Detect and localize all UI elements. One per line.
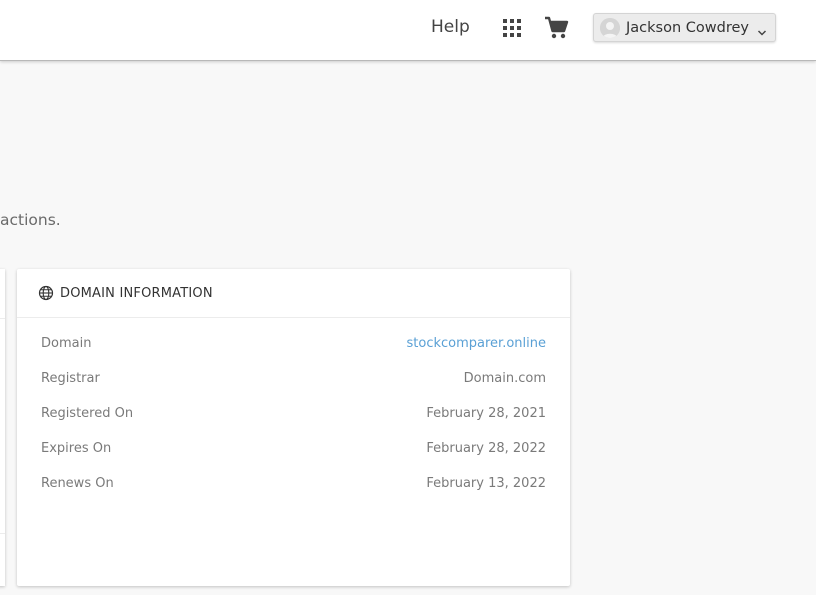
info-label: Registrar: [41, 371, 100, 386]
info-label: Registered On: [41, 406, 134, 421]
info-value: Domain.com: [463, 371, 546, 386]
info-row-renews-on: Renews On February 13, 2022: [41, 476, 546, 496]
info-label: Expires On: [41, 441, 112, 456]
user-menu-button[interactable]: Jackson Cowdrey: [593, 13, 776, 42]
adjacent-card-edge: [0, 269, 5, 586]
apps-grid-icon[interactable]: [502, 18, 522, 38]
help-link[interactable]: Help: [431, 17, 470, 37]
card-title: DOMAIN INFORMATION: [60, 285, 213, 301]
domain-link[interactable]: stockcomparer.online: [407, 336, 546, 351]
info-label: Renews On: [41, 476, 114, 491]
card-header: DOMAIN INFORMATION: [17, 269, 570, 318]
info-row-registered-on: Registered On February 28, 2021: [41, 406, 546, 426]
info-label: Domain: [41, 336, 92, 351]
info-value: February 28, 2021: [426, 406, 546, 421]
info-row-domain: Domain stockcomparer.online: [41, 336, 546, 356]
chevron-down-icon: [757, 23, 767, 36]
domain-information-card: DOMAIN INFORMATION Domain stockcomparer.…: [17, 269, 570, 586]
user-name: Jackson Cowdrey: [626, 19, 749, 36]
intro-text: actions.: [0, 211, 61, 229]
info-value: February 28, 2022: [426, 441, 546, 456]
info-value: February 13, 2022: [426, 476, 546, 491]
globe-icon: [38, 285, 54, 301]
avatar-placeholder-icon: [600, 17, 620, 38]
shopping-cart-icon[interactable]: [543, 16, 569, 40]
info-row-registrar: Registrar Domain.com: [41, 371, 546, 391]
info-row-expires-on: Expires On February 28, 2022: [41, 441, 546, 461]
top-navigation-bar: Help Jackson Cowdrey: [0, 0, 816, 61]
